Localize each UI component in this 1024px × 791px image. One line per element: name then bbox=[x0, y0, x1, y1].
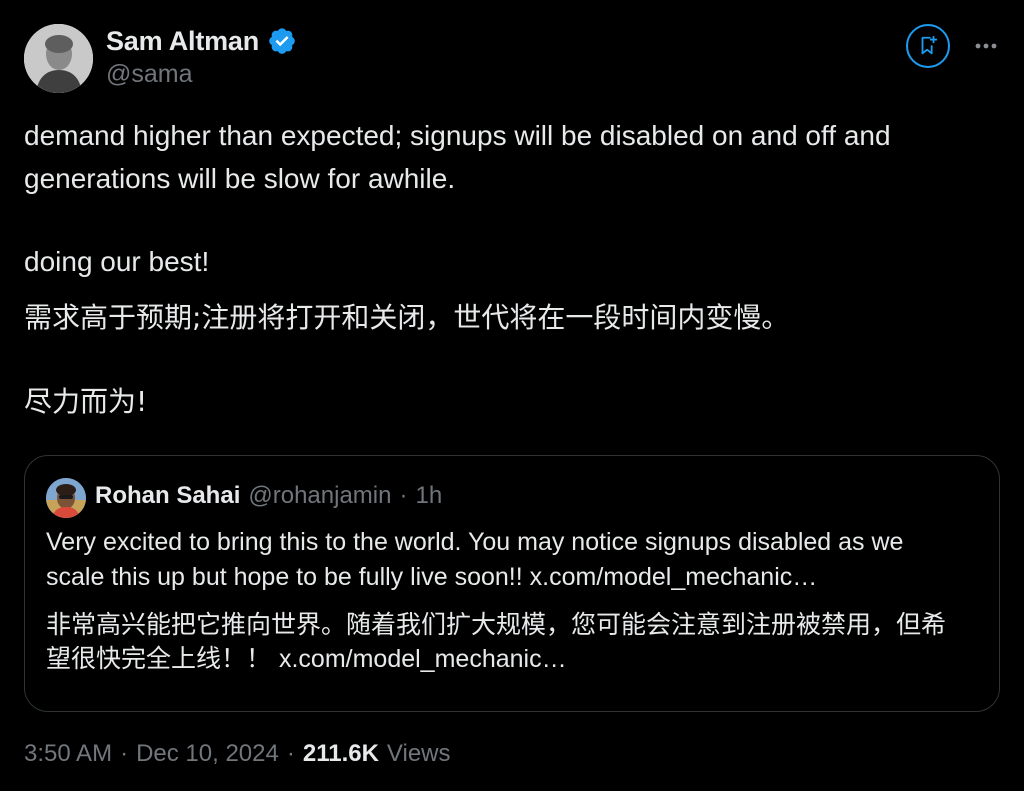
views-count[interactable]: 211.6K bbox=[303, 740, 379, 768]
footer-separator: · bbox=[120, 740, 129, 767]
author-handle[interactable]: @sama bbox=[106, 60, 193, 89]
views-label[interactable]: Views bbox=[387, 740, 451, 768]
quote-header: Rohan Sahai @rohanjamin · 1h bbox=[95, 482, 442, 510]
tweet: Sam Altman @sama demand higher than expe… bbox=[0, 0, 1024, 791]
tweet-text-line: 需求高于预期;注册将打开和关闭，世代将在一段时间内变慢。 bbox=[24, 301, 790, 334]
tweet-time[interactable]: 3:50 AM bbox=[24, 740, 112, 768]
tweet-text-line: doing our best! bbox=[24, 246, 210, 277]
tweet-text-line: 尽力而为! bbox=[24, 385, 148, 418]
tweet-footer: 3:50 AM · Dec 10, 2024 · 211.6K Views bbox=[24, 740, 451, 768]
tweet-date[interactable]: Dec 10, 2024 bbox=[136, 740, 279, 768]
author-avatar[interactable] bbox=[24, 24, 93, 93]
quote-text-line: scale this up but hope to be fully live … bbox=[46, 560, 817, 594]
quote-author-handle[interactable]: @rohanjamin bbox=[248, 482, 391, 510]
quote-author-name[interactable]: Rohan Sahai bbox=[95, 482, 240, 510]
quote-text-line: 非常高兴能把它推向世界。随着我们扩大规模，您可能会注意到注册被禁用，但希 bbox=[46, 610, 947, 639]
tweet-text-line: generations will be slow for awhile. bbox=[24, 163, 456, 194]
more-button[interactable] bbox=[968, 26, 1004, 66]
quote-timestamp[interactable]: 1h bbox=[415, 482, 442, 510]
verified-badge-icon bbox=[269, 28, 295, 54]
quote-separator: · bbox=[399, 482, 408, 509]
quote-link[interactable]: x.com/model_mechanic… bbox=[530, 563, 818, 591]
author-name-row[interactable]: Sam Altman bbox=[106, 24, 297, 58]
tweet-text-line: demand higher than expected; signups wil… bbox=[24, 120, 891, 151]
footer-separator: · bbox=[286, 740, 295, 767]
quote-avatar[interactable] bbox=[46, 478, 86, 518]
quote-text-line: 望很快完全上线！！ x.com/model_mechanic… bbox=[46, 642, 567, 676]
more-dots-icon bbox=[975, 43, 997, 49]
quote-text-line: Very excited to bring this to the world.… bbox=[46, 528, 904, 556]
grok-button[interactable] bbox=[906, 24, 950, 68]
grok-icon bbox=[921, 35, 938, 55]
quote-text: scale this up but hope to be fully live … bbox=[46, 563, 523, 591]
author-name[interactable]: Sam Altman bbox=[106, 26, 259, 57]
quote-text: 望很快完全上线！！ bbox=[46, 644, 272, 673]
quote-link[interactable]: x.com/model_mechanic… bbox=[279, 645, 567, 673]
quoted-tweet[interactable]: Rohan Sahai @rohanjamin · 1h Very excite… bbox=[24, 455, 1000, 712]
